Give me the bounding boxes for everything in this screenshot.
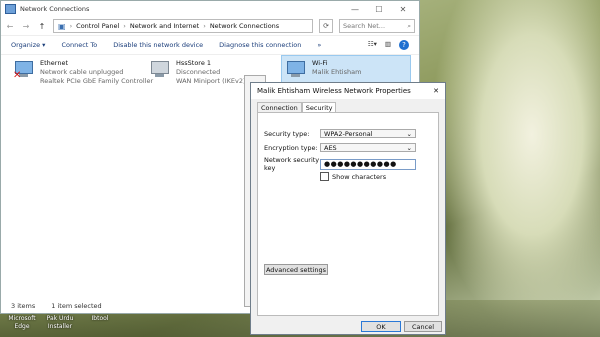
close-button[interactable]: ✕ (391, 5, 415, 14)
advanced-settings-button[interactable]: Advanced settings (264, 264, 328, 275)
breadcrumb-sep: › (123, 22, 126, 30)
minimize-button[interactable]: — (343, 5, 367, 14)
address-bar[interactable]: ▣ › Control Panel › Network and Internet… (53, 19, 313, 33)
key-row: Network security key ●●●●●●●●●●● (264, 156, 416, 172)
refresh-icon[interactable]: ⟳ (319, 19, 333, 33)
item-count: 3 items (11, 302, 36, 310)
ethernet-adapter-icon: ✕ (13, 59, 35, 81)
connection-ethernet[interactable]: ✕ Ethernet Network cable unplugged Realt… (13, 59, 153, 86)
more-commands-button[interactable]: » (317, 41, 321, 49)
connection-status: Network cable unplugged (40, 68, 124, 76)
key-label: Network security key (264, 156, 320, 172)
encryption-value: AES (324, 143, 337, 152)
search-placeholder: Search Net... (343, 22, 386, 30)
wifi-adapter-icon (285, 59, 307, 81)
security-panel: Security type: WPA2-Personal ⌄ Encryptio… (257, 112, 439, 316)
desktop-icon-edge[interactable]: Microsoft Edge (4, 315, 40, 331)
forward-button[interactable]: → (21, 22, 31, 31)
help-icon[interactable]: ? (399, 40, 409, 50)
disable-device-button[interactable]: Disable this network device (113, 41, 203, 49)
wallpaper-highlight (430, 0, 600, 337)
preview-pane-icon[interactable]: ▥ (385, 40, 391, 50)
title-bar: Network Connections — ☐ ✕ (1, 1, 419, 17)
desktop-icon-pak-urdu[interactable]: Pak Urdu Installer (42, 315, 78, 331)
connection-status: Malik Ehtisham (312, 68, 362, 76)
desktop-icon-label: Installer (47, 323, 73, 330)
breadcrumb-sep: › (69, 22, 73, 30)
dialog-title-bar: Malik Ehtisham Wireless Network Properti… (251, 83, 445, 99)
breadcrumb-sep: › (203, 22, 206, 30)
search-icon: ⌕ (407, 21, 411, 30)
desktop-icon-label: Edge (14, 323, 30, 330)
security-type-row: Security type: WPA2-Personal ⌄ (264, 129, 416, 138)
show-characters-label: Show characters (332, 172, 387, 181)
connection-wifi[interactable]: Wi-Fi Malik Ehtisham (281, 55, 411, 83)
security-type-label: Security type: (264, 129, 310, 138)
connection-hssstore[interactable]: HssStore 1 Disconnected WAN Miniport (IK… (149, 59, 246, 86)
network-folder-icon (5, 4, 16, 14)
address-row: ← → ↑ ▣ › Control Panel › Network and In… (1, 17, 419, 36)
dialog-title: Malik Ehtisham Wireless Network Properti… (257, 87, 411, 95)
diagnose-button[interactable]: Diagnose this connection (219, 41, 301, 49)
search-input[interactable]: Search Net... ⌕ (339, 19, 415, 33)
ok-button[interactable]: OK (361, 321, 401, 332)
connection-status: Disconnected (176, 68, 221, 76)
maximize-button[interactable]: ☐ (367, 5, 391, 14)
command-bar: Organize ▾ Connect To Disable this netwo… (1, 36, 419, 55)
dialog-close-button[interactable]: ✕ (433, 87, 439, 95)
desktop-icon-label: Pak Urdu (46, 315, 74, 322)
encryption-select[interactable]: AES ⌄ (320, 143, 416, 152)
organize-menu[interactable]: Organize ▾ (11, 41, 45, 49)
show-characters-checkbox[interactable]: Show characters (320, 172, 386, 181)
connection-device: Realtek PCIe GbE Family Controller (40, 77, 154, 85)
up-button[interactable]: ↑ (37, 22, 47, 31)
wan-adapter-icon (149, 59, 171, 81)
cancel-button[interactable]: Cancel (404, 321, 442, 332)
connection-name: HssStore 1 (176, 59, 212, 67)
encryption-row: Encryption type: AES ⌄ (264, 143, 416, 152)
selected-count: 1 item selected (51, 302, 102, 310)
window-title: Network Connections (20, 5, 90, 13)
desktop-icon-ibtool[interactable]: Ibtool (82, 315, 118, 323)
checkbox-box (320, 172, 329, 181)
back-button[interactable]: ← (5, 22, 15, 31)
view-options-icon[interactable]: ☷▾ (368, 40, 377, 50)
desktop-icon-label: Ibtool (91, 315, 109, 322)
chevron-down-icon: ⌄ (406, 129, 412, 138)
show-characters-row: Show characters (320, 172, 386, 181)
security-type-value: WPA2-Personal (324, 129, 373, 138)
connection-name: Wi-Fi (312, 59, 328, 67)
breadcrumb-network-connections[interactable]: Network Connections (210, 22, 279, 30)
connection-name: Ethernet (40, 59, 68, 67)
encryption-label: Encryption type: (264, 143, 318, 152)
chevron-down-icon: ⌄ (406, 143, 412, 152)
security-type-select[interactable]: WPA2-Personal ⌄ (320, 129, 416, 138)
connect-to-button[interactable]: Connect To (61, 41, 97, 49)
wireless-properties-dialog: Malik Ehtisham Wireless Network Properti… (250, 82, 446, 335)
breadcrumb-control-panel[interactable]: Control Panel (76, 22, 119, 30)
desktop-icon-label: Microsoft (8, 315, 36, 322)
connection-device: WAN Miniport (IKEv2) (176, 77, 246, 85)
control-panel-icon: ▣ (58, 21, 66, 31)
breadcrumb-network-internet[interactable]: Network and Internet (130, 22, 199, 30)
security-key-input[interactable]: ●●●●●●●●●●● (320, 158, 416, 170)
